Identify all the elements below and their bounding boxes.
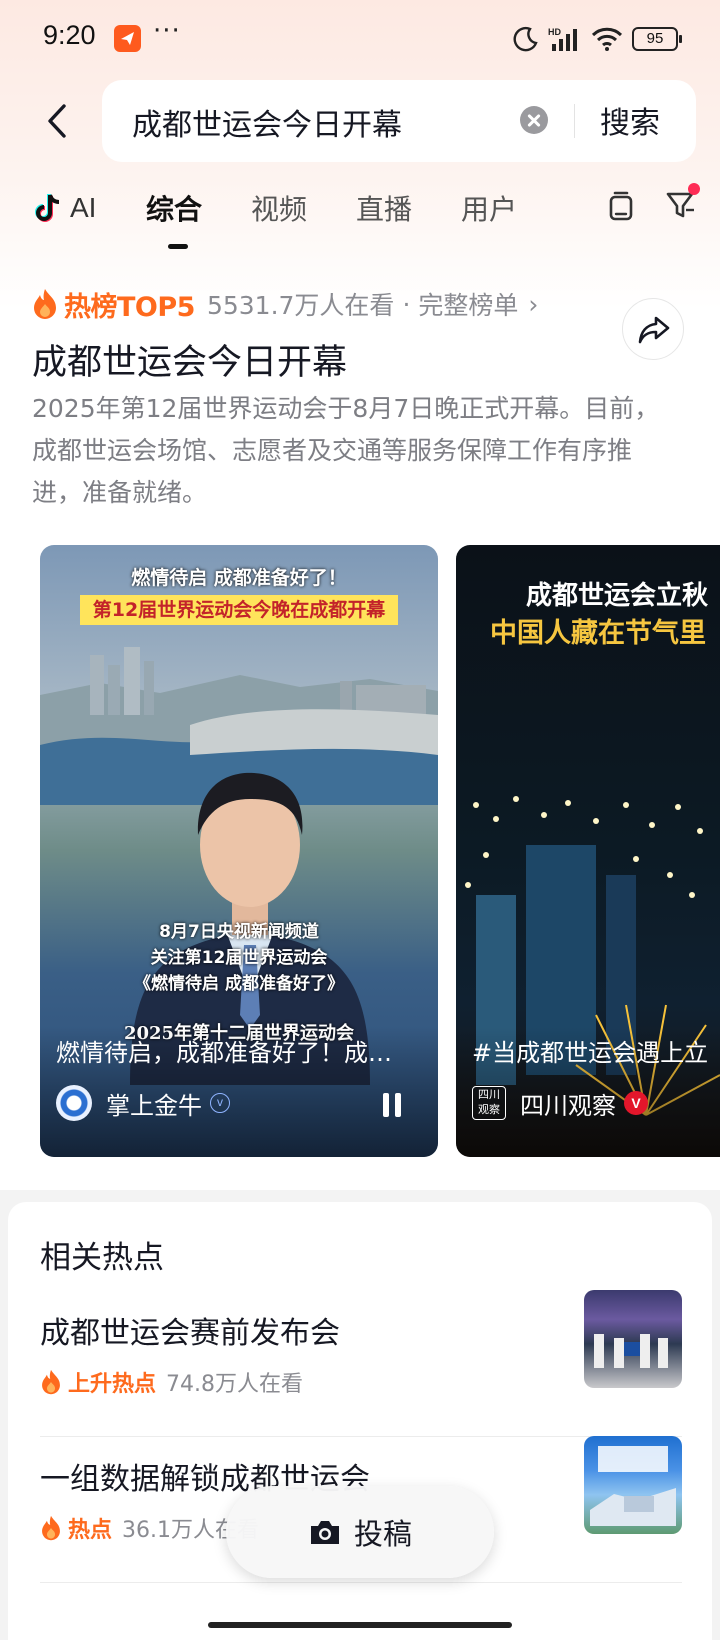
related-item-thumbnail[interactable] — [584, 1290, 682, 1388]
video-author[interactable]: 四川观察 四川观察 V — [472, 1083, 648, 1123]
sichuan-guancha-logo[interactable]: 四川观察 — [472, 1086, 506, 1120]
post-button-label: 投稿 — [353, 1517, 412, 1551]
related-item-title[interactable]: 成都世运会赛前发布会 — [40, 1308, 340, 1352]
video-overlay-title: 燃情待启 成都准备好了！ — [131, 567, 347, 589]
back-button[interactable] — [40, 100, 76, 144]
hot-topic-title[interactable]: 成都世运会今日开幕 — [32, 334, 347, 385]
tab-ai-label: AI — [70, 192, 97, 223]
search-button[interactable]: 搜索 — [600, 98, 660, 142]
author-name[interactable]: 掌上金牛 — [106, 1086, 202, 1121]
hot-card-bottom — [8, 1176, 712, 1190]
video-overlay-title: 成都世运会立秋 — [526, 581, 709, 611]
verified-icon: v — [210, 1093, 230, 1113]
tab-comprehensive[interactable]: 综合 — [146, 188, 202, 228]
wifi-icon — [591, 27, 623, 51]
video-card[interactable]: 成都世运会立秋 中国人藏在节气里 #当成都世运会遇上立 四川观察 四川观察 V — [456, 545, 720, 1157]
video-description: 燃情待启，成都准备好了！成… — [56, 1039, 392, 1067]
search-divider — [574, 104, 575, 138]
video-description: #当成都世运会遇上立 — [472, 1039, 709, 1067]
svg-text:HD: HD — [548, 27, 561, 37]
share-icon — [638, 316, 670, 344]
status-bar: 9:20 ··· HD 95 — [0, 0, 720, 78]
clear-icon[interactable] — [520, 106, 548, 134]
verified-icon: V — [624, 1091, 648, 1115]
post-button[interactable]: 投稿 — [226, 1486, 494, 1578]
camera-icon — [310, 1521, 339, 1544]
chevron-right-icon: › — [528, 289, 539, 319]
active-tab-indicator — [168, 244, 188, 249]
search-box[interactable]: 成都世运会今日开幕 搜索 — [102, 80, 696, 162]
tab-live[interactable]: 直播 — [356, 188, 412, 228]
battery-icon: 95 — [632, 27, 682, 51]
filter-icon[interactable] — [664, 182, 704, 224]
video-card[interactable]: 燃情待启 成都准备好了！ 第12届世界运动会今晚在成都开幕 8月7日央视新闻频道… — [40, 545, 438, 1157]
related-item-tag: 上升热点 — [68, 1372, 157, 1397]
status-icons: HD 95 — [513, 24, 682, 54]
tab-users[interactable]: 用户 — [461, 188, 517, 228]
divider — [40, 1582, 682, 1583]
tab-ai[interactable]: AI — [34, 188, 96, 228]
related-item-thumbnail[interactable] — [584, 1436, 682, 1534]
tab-video[interactable]: 视频 — [251, 188, 307, 228]
douyin-logo-icon — [35, 194, 60, 222]
app-notification-icon — [114, 25, 141, 52]
hd-signal-icon: HD — [548, 27, 577, 51]
avatar[interactable] — [56, 1085, 92, 1121]
back-arrow-icon — [48, 104, 66, 138]
video-overlay-banner: 第12届世界运动会今晚在成都开幕 — [80, 595, 398, 625]
layout-toggle-icon[interactable] — [606, 190, 636, 224]
hot-topic-description: 2025年第12届世界运动会于8月7日晚正式开幕。目前，成都世运会场馆、志愿者及… — [32, 394, 660, 507]
full-list-link[interactable]: 完整榜单 — [418, 286, 518, 322]
video-overlay-line: 《燃情待启 成都准备好了》 — [134, 974, 344, 994]
hot-rank-row[interactable]: 热榜TOP5 5531.7万人在看 · 完整榜单 › — [32, 284, 538, 324]
video-overlay-subtitle: 8月7日央视新闻频道 关注第12届世界运动会 《燃情待启 成都准备好了》 — [40, 919, 438, 997]
video-overlay-line: 关注第12届世界运动会 — [150, 948, 328, 968]
share-button[interactable] — [622, 298, 684, 360]
moon-icon — [513, 26, 538, 52]
related-section-title: 相关热点 — [40, 1240, 164, 1276]
status-time: 9:20 — [43, 20, 96, 50]
more-notifications-icon: ··· — [153, 16, 181, 46]
related-item-views: 74.8万人在看 — [166, 1372, 304, 1397]
author-name[interactable]: 四川观察 — [520, 1086, 616, 1121]
video-author[interactable]: 掌上金牛 v — [56, 1083, 230, 1123]
video-overlay-line: 8月7日央视新闻频道 — [159, 922, 319, 942]
hot-rank-label: 热榜TOP5 — [64, 291, 195, 323]
flame-icon — [42, 1369, 60, 1395]
pause-icon[interactable] — [380, 1093, 404, 1119]
flame-icon — [42, 1515, 60, 1541]
flame-icon — [34, 289, 56, 319]
home-indicator[interactable] — [208, 1622, 512, 1628]
hot-views: 5531.7万人在看 — [206, 291, 395, 320]
related-item-tag: 热点 — [68, 1518, 113, 1543]
search-input[interactable]: 成都世运会今日开幕 — [132, 100, 402, 144]
related-item-meta: 上升热点 74.8万人在看 — [40, 1366, 303, 1398]
dot-separator: · — [402, 289, 411, 319]
related-item[interactable]: 成都世运会赛前发布会 上升热点 74.8万人在看 — [40, 1290, 682, 1430]
video-overlay-title: 中国人藏在节气里 — [490, 618, 706, 649]
